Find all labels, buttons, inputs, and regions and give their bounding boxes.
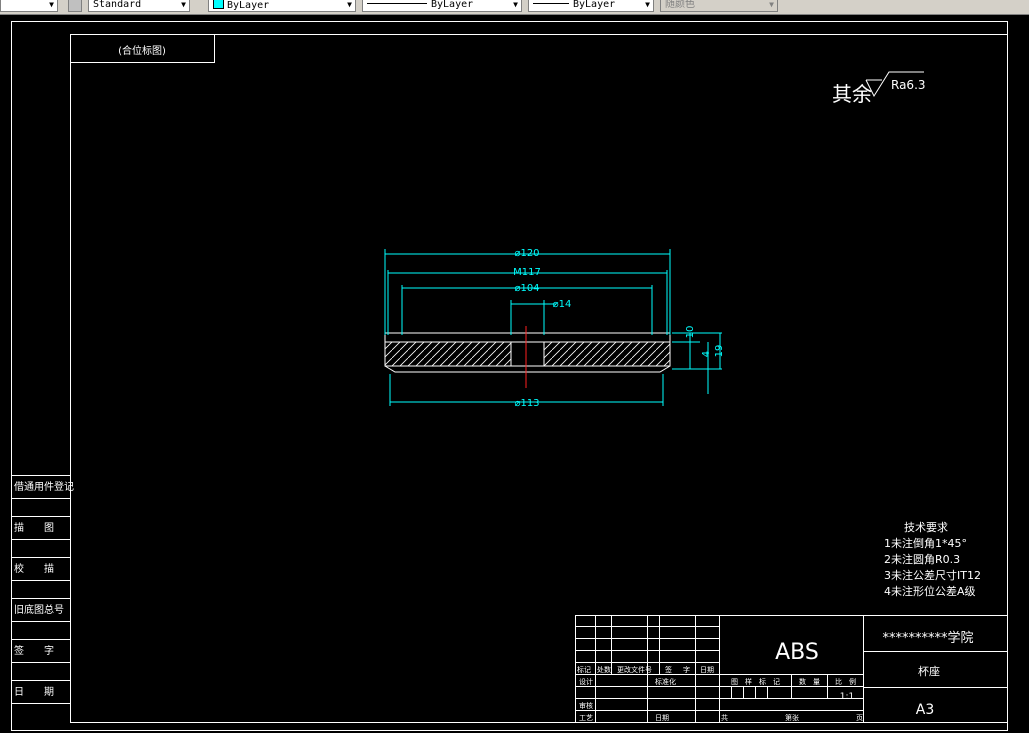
side-label: 日 期: [14, 686, 54, 698]
color-swatch: [213, 0, 224, 9]
dim-d14: ⌀14: [553, 299, 572, 310]
tech-item: 2未注圆角R0.3: [884, 552, 960, 566]
rev-header: 更改文件号: [617, 665, 652, 674]
tech-item: 1未注倒角1*45°: [884, 536, 967, 550]
material-text: ABS: [775, 640, 819, 665]
scale-text: 1:1: [840, 692, 854, 702]
rev-header: 签: [665, 665, 672, 674]
dim-d120: ⌀120: [514, 248, 539, 259]
linetype-value: ByLayer: [431, 0, 474, 10]
rev-header: 字: [683, 665, 690, 674]
mid-header: 图: [731, 678, 738, 686]
school-text: **********学院: [882, 630, 973, 646]
corner-label: (合位标图): [118, 44, 166, 57]
dim-v10: 10: [685, 326, 696, 339]
dim-d104: ⌀104: [514, 283, 539, 294]
text-style-dropdown[interactable]: Standard ▼: [88, 0, 190, 12]
plot-style-value: 随颜色: [665, 0, 695, 10]
rev-header: 处数: [597, 665, 611, 674]
part-section-view: [384, 326, 671, 388]
linetype-dropdown[interactable]: ByLayer ▼: [362, 0, 522, 12]
text-style-icon[interactable]: [68, 0, 82, 12]
color-value: ByLayer: [227, 0, 270, 11]
roughness-prefix: 其余: [832, 82, 872, 106]
dim-m117: M117: [513, 267, 541, 278]
chevron-down-icon: ▼: [769, 0, 774, 9]
mid-header: 比: [835, 677, 842, 686]
dim-v19: 19: [714, 345, 725, 358]
dim-v4: 4: [701, 351, 712, 357]
mid-header: 标: [759, 677, 766, 686]
left-row-label: 设计: [579, 677, 593, 686]
lineweight-value: ByLayer: [573, 0, 616, 10]
date-label: 日期: [655, 714, 669, 722]
side-label: 签 字: [14, 644, 54, 657]
dimension-texts: ⌀120 M117 ⌀104 ⌀14 ⌀113 10 4 19: [513, 248, 725, 409]
page-label: 页: [856, 714, 863, 722]
layer-dropdown[interactable]: ▼: [0, 0, 58, 12]
sheet-index-label: 第张: [785, 713, 799, 722]
part-name-text: 杯座: [918, 664, 940, 678]
border-frame: [11, 21, 1008, 731]
plot-style-dropdown[interactable]: 随颜色 ▼: [660, 0, 778, 12]
tech-item: 3未注公差尺寸IT12: [884, 568, 981, 582]
side-table-labels: 借通用件登记 描 图 校 描 旧底图总号 签 字 日 期: [14, 480, 74, 698]
left-row-label: 工艺: [579, 714, 593, 722]
properties-toolbar: ▼ Standard ▼ ByLayer ▼ ByLayer ▼ ByLayer ▼ 随…: [0, 0, 1029, 15]
lineweight-sample: [533, 3, 569, 4]
text-style-value: Standard: [93, 0, 142, 10]
lineweight-dropdown[interactable]: ByLayer ▼: [528, 0, 654, 12]
chevron-down-icon: ▼: [513, 0, 518, 9]
drawing-canvas[interactable]: (合位标图) 其余 Ra6.3 ⌀120 M117 ⌀104 ⌀14 ⌀113 …: [0, 14, 1029, 733]
chevron-down-icon: ▼: [181, 0, 186, 9]
sheet-size-text: A3: [916, 702, 934, 718]
chevron-down-icon: ▼: [347, 0, 352, 9]
side-label: 借通用件登记: [14, 480, 74, 493]
surface-roughness-note: 其余 Ra6.3: [832, 71, 926, 106]
rev-header: 标记: [577, 665, 591, 674]
linetype-sample: [367, 3, 427, 4]
dim-d113: ⌀113: [514, 398, 539, 409]
sheet-count-label: 共: [721, 713, 728, 722]
tech-title: 技术要求: [904, 521, 948, 534]
left-row-label: 审核: [579, 701, 593, 710]
rev-header: 日期: [700, 666, 714, 674]
dimension-lines: [384, 249, 722, 406]
std-label: 标准化: [655, 677, 676, 686]
color-dropdown[interactable]: ByLayer ▼: [208, 0, 356, 12]
side-label: 旧底图总号: [14, 603, 64, 616]
side-label: 描 图: [14, 521, 54, 534]
mid-header: 记: [773, 678, 780, 686]
chevron-down-icon: ▼: [645, 0, 650, 9]
mid-header: 例: [849, 677, 856, 686]
tech-item: 4未注形位公差A级: [884, 584, 976, 598]
mid-header: 数: [799, 677, 806, 686]
title-block-texts: ABS **********学院 杯座 A3 1:1 标记 处数 更改文件号 签…: [577, 630, 974, 722]
side-label: 校 描: [14, 562, 54, 575]
technical-requirements: 技术要求 1未注倒角1*45° 2未注圆角R0.3 3未注公差尺寸IT12 4未…: [884, 521, 981, 598]
mid-header: 样: [745, 677, 752, 686]
mid-header: 量: [813, 678, 820, 686]
roughness-value: Ra6.3: [891, 78, 926, 92]
chevron-down-icon: ▼: [49, 0, 54, 9]
